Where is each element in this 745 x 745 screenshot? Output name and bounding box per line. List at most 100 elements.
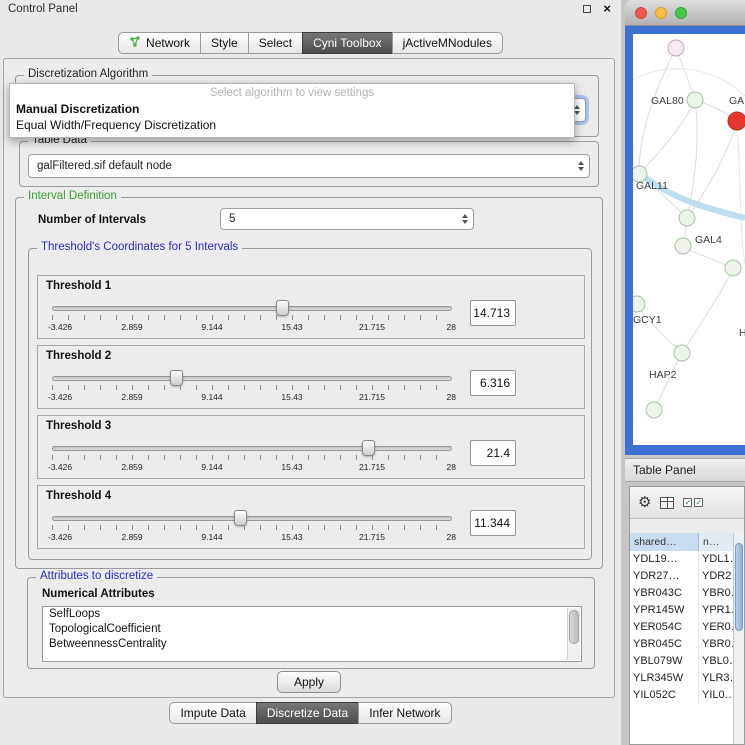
table-row[interactable]: YBR045C YBR0… [630,636,733,653]
slider-thumb[interactable] [234,510,247,526]
window-title: Control Panel [8,3,78,15]
table-row[interactable]: YER054C YER0… [630,619,733,636]
slider-thumb[interactable] [276,300,289,316]
threshold-3-value-field[interactable]: 21.4 [470,440,516,466]
slider-track[interactable] [52,306,452,311]
slider-thumb[interactable] [170,370,183,386]
list-scrollbar[interactable] [567,608,580,660]
threshold-3-slider[interactable]: -3.426 2.859 9.144 15.43 21.715 28 [52,438,452,476]
tab-label: Network [146,36,190,50]
table-vertical-scrollbar[interactable] [733,533,744,744]
node-label-partial: GA [729,95,744,107]
network-window-titlebar[interactable] [625,0,745,26]
table-scrollbar-thumb[interactable] [735,543,743,631]
table-data-value: galFiltered.sif default node [37,155,172,177]
threshold-1-slider[interactable]: -3.426 2.859 9.144 15.43 21.715 28 [52,298,452,336]
gear-icon[interactable]: ⚙ [638,495,651,510]
list-item[interactable]: TopologicalCoefficient [43,622,581,637]
slider-track[interactable] [52,376,452,381]
number-of-intervals-combobox[interactable]: 5 [220,208,474,230]
threshold-4-panel: Threshold 4 -3.426 2.859 9.144 15.43 21.… [37,485,585,549]
network-graph: GAL80 GA GAL11 GAL4 GCY1 H HAP2 [633,34,745,445]
tab-label: Impute Data [180,706,245,720]
slider-track[interactable] [52,446,452,451]
table-row[interactable]: YBL079W YBL0… [630,653,733,670]
network-node-hap2[interactable] [674,345,690,361]
group-title: Threshold's Coordinates for 5 Intervals [37,241,242,253]
slider-thumb[interactable] [362,440,375,456]
network-node[interactable] [679,210,695,226]
slider-track[interactable] [52,516,452,521]
node-label-partial: H [739,327,745,339]
threshold-label: Threshold 2 [46,350,111,362]
column-header-shared-name[interactable]: shared… [630,533,699,551]
checkbox-icon[interactable]: ✓ [683,498,692,507]
interval-definition-group: Interval Definition Number of Intervals … [15,197,603,569]
close-traffic-light[interactable] [635,7,647,19]
threshold-1-panel: Threshold 1 -3.426 2.859 9.144 15.43 21.… [37,275,585,339]
group-title: Discretization Algorithm [24,68,152,80]
apply-button[interactable]: Apply [277,671,341,693]
tab-network[interactable]: Network [118,32,201,54]
list-item[interactable]: SelfLoops [43,607,581,622]
float-window-icon[interactable] [583,5,591,13]
cyni-bottom-tabs: Impute Data Discretize Data Infer Networ… [0,702,621,724]
network-canvas[interactable]: GAL80 GA GAL11 GAL4 GCY1 H HAP2 [633,34,745,445]
minimize-traffic-light[interactable] [655,7,667,19]
table-panel-title: Table Panel [625,463,696,477]
zoom-traffic-light[interactable] [675,7,687,19]
table-row[interactable]: YLR345W YLR3… [630,670,733,687]
group-title: Attributes to discretize [36,570,157,582]
network-node[interactable] [725,260,741,276]
columns-icon[interactable] [660,497,674,509]
tab-cyni-toolbox[interactable]: Cyni Toolbox [302,32,392,54]
tab-jactivemnodules[interactable]: jActiveMNodules [392,32,503,54]
table-row[interactable]: YPR145W YPR1… [630,602,733,619]
network-node-gcy1[interactable] [633,296,645,312]
threshold-label: Threshold 3 [46,420,111,432]
table-data-combobox[interactable]: galFiltered.sif default node [28,154,590,178]
column-header-name[interactable]: n… [699,533,733,551]
threshold-4-slider[interactable]: -3.426 2.859 9.144 15.43 21.715 28 [52,508,452,546]
close-icon[interactable]: × [603,3,611,15]
network-node-gal80[interactable] [687,92,703,108]
list-scrollbar-thumb[interactable] [569,610,579,644]
network-node-gal4[interactable] [675,238,691,254]
network-node-red-selected[interactable] [728,112,745,130]
tab-impute-data[interactable]: Impute Data [169,702,256,724]
threshold-3-panel: Threshold 3 -3.426 2.859 9.144 15.43 21.… [37,415,585,479]
network-node[interactable] [668,40,684,56]
node-label-gal4: GAL4 [695,234,722,246]
tab-label: Infer Network [369,706,440,720]
algorithm-dropdown-list: Select algorithm to view settings Manual… [9,83,575,138]
slider-ticks [52,385,452,390]
slider-ticks [52,455,452,460]
number-of-intervals-label: Number of Intervals [38,214,146,226]
tab-infer-network[interactable]: Infer Network [358,702,451,724]
threshold-4-value-field[interactable]: 11.344 [470,510,516,536]
node-label-gcy1: GCY1 [633,314,662,326]
list-item[interactable]: BetweennessCentrality [43,637,581,652]
slider-ticks [52,315,452,320]
numerical-attributes-list[interactable]: SelfLoops TopologicalCoefficient Between… [42,606,582,662]
network-view-window: GAL80 GA GAL11 GAL4 GCY1 H HAP2 [625,0,745,455]
threshold-2-slider[interactable]: -3.426 2.859 9.144 15.43 21.715 28 [52,368,452,406]
tab-select[interactable]: Select [248,32,303,54]
table-row[interactable]: YIL052C YIL0… [630,687,733,704]
checkbox-icon[interactable]: ✓ [694,498,703,507]
dropdown-option-equal-width[interactable]: Equal Width/Frequency Discretization [10,117,574,133]
threshold-2-panel: Threshold 2 -3.426 2.859 9.144 15.43 21.… [37,345,585,409]
threshold-1-value-field[interactable]: 14.713 [470,300,516,326]
control-panel-window: Control Panel × Network [0,0,621,745]
table-row[interactable]: YDL19… YDL1… [630,551,733,568]
tab-discretize-data[interactable]: Discretize Data [256,702,359,724]
tab-style[interactable]: Style [200,32,249,54]
table-toolbar: ⚙ ✓ ✓ [630,487,744,519]
numerical-attributes-label: Numerical Attributes [42,588,155,600]
network-node[interactable] [646,402,662,418]
table-row[interactable]: YBR043C YBR0… [630,585,733,602]
dropdown-option-manual[interactable]: Manual Discretization [10,101,574,117]
combo-stepper-icon [462,214,468,224]
table-row[interactable]: YDR27… YDR2… [630,568,733,585]
threshold-2-value-field[interactable]: 6.316 [470,370,516,396]
